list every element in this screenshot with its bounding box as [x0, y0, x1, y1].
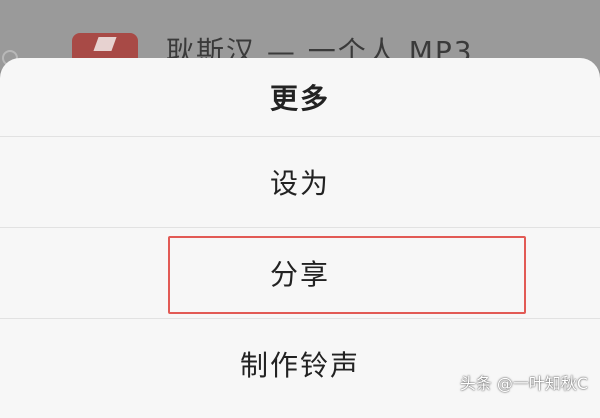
watermark: 头条 @一叶知秋C — [459, 374, 588, 393]
share-highlight-box — [168, 236, 526, 314]
menu-item-set-as[interactable]: 设为 — [0, 137, 600, 227]
more-options-sheet: 更多 设为 分享 制作铃声 — [0, 58, 600, 418]
sheet-title: 更多 — [269, 82, 330, 115]
menu-item-make-ringtone[interactable]: 制作铃声 — [0, 319, 600, 409]
note-glyph — [93, 37, 117, 51]
